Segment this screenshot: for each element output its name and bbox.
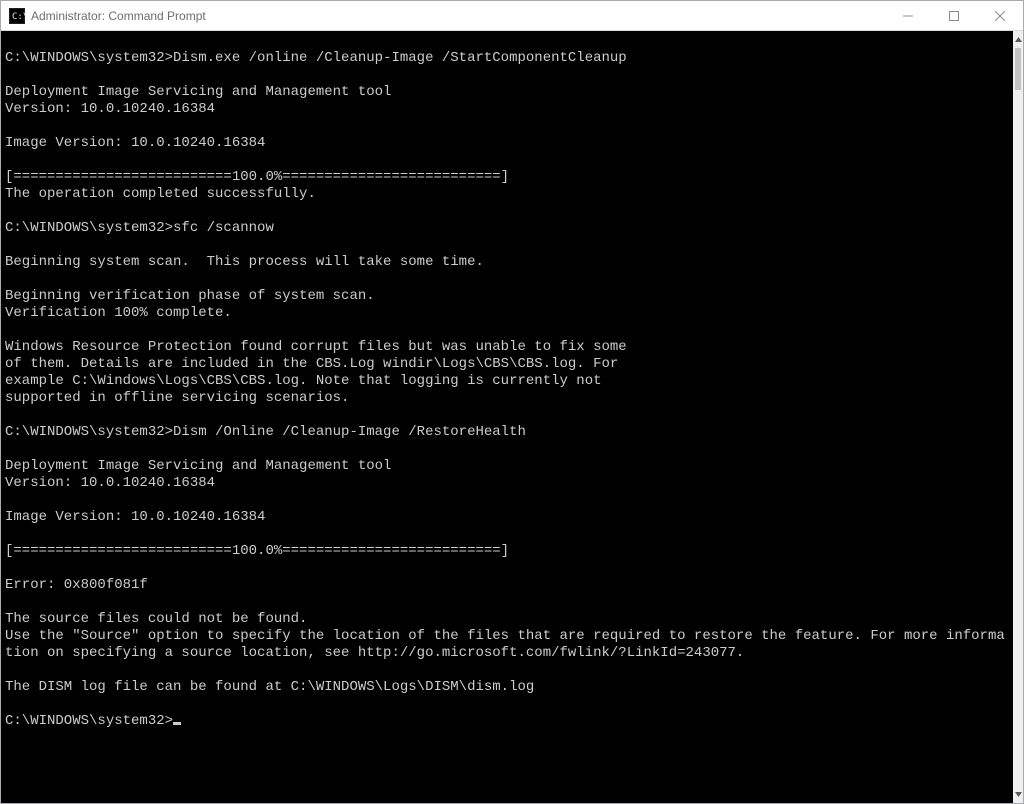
- vertical-scrollbar[interactable]: [1013, 31, 1023, 803]
- cmd-icon: C:\: [9, 8, 25, 24]
- svg-text:C:\: C:\: [12, 12, 25, 22]
- titlebar[interactable]: C:\ Administrator: Command Prompt: [1, 1, 1023, 31]
- scroll-up-button[interactable]: [1013, 31, 1023, 48]
- client-area: C:\WINDOWS\system32>Dism.exe /online /Cl…: [1, 31, 1023, 803]
- close-button[interactable]: [977, 1, 1023, 31]
- minimize-button[interactable]: [885, 1, 931, 31]
- console-output[interactable]: C:\WINDOWS\system32>Dism.exe /online /Cl…: [1, 31, 1013, 803]
- maximize-button[interactable]: [931, 1, 977, 31]
- cursor: [173, 722, 181, 725]
- scroll-thumb[interactable]: [1015, 48, 1021, 90]
- scroll-track[interactable]: [1013, 48, 1023, 786]
- prompt: C:\WINDOWS\system32>: [5, 713, 173, 729]
- window-title: Administrator: Command Prompt: [31, 9, 206, 23]
- scroll-down-button[interactable]: [1013, 786, 1023, 803]
- window-frame: C:\ Administrator: Command Prompt C:\WIN…: [0, 0, 1024, 804]
